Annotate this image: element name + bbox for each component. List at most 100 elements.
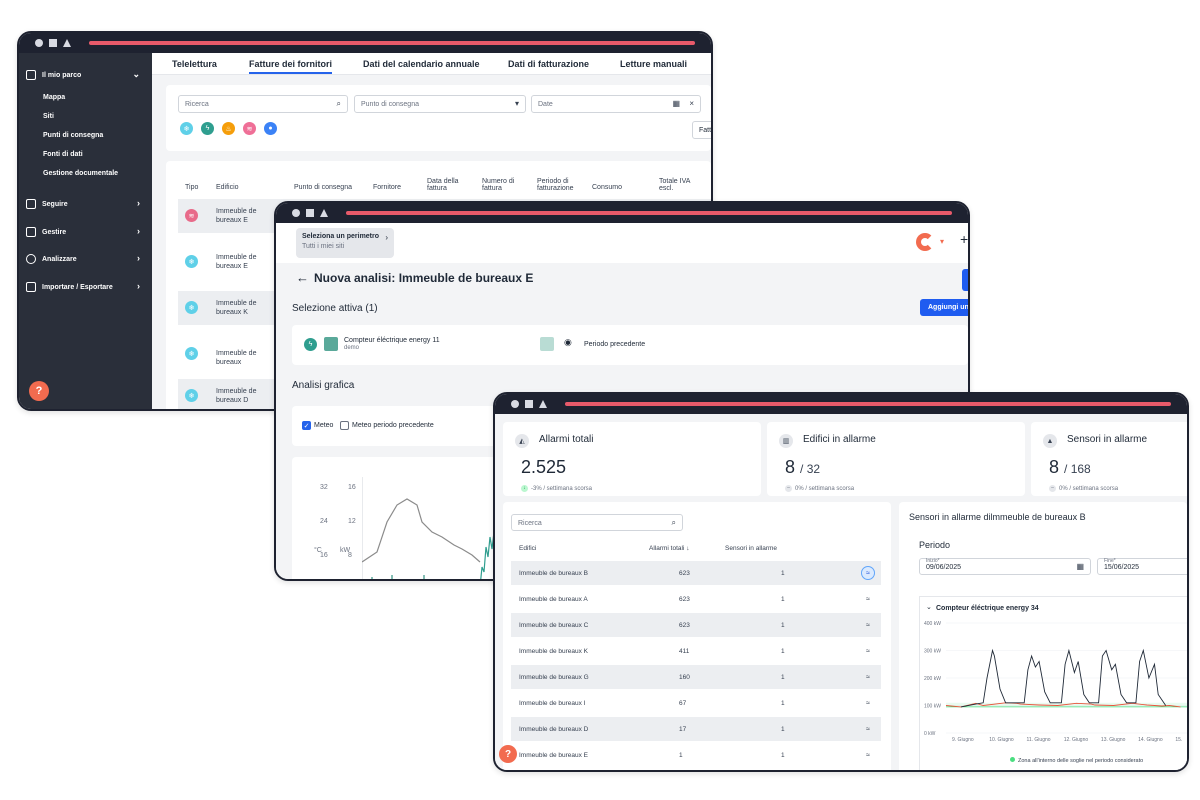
table-row[interactable]: Immeuble de bureaux A 623 1 ≈ [511, 587, 881, 611]
trend-icon[interactable]: ≈ [861, 670, 875, 684]
sensor-detail-panel: Sensori in allarme dilmmeuble de bureaux… [899, 502, 1187, 770]
y-tick-label: 400 kW [924, 621, 941, 627]
color-swatch[interactable] [540, 337, 554, 351]
kpi-trend-text: -3% / settimana scorsa [531, 486, 593, 493]
sidebar-label: Il mio parco [42, 71, 82, 79]
circle-icon [292, 209, 300, 217]
sidebar-subitem-map[interactable]: Mappa [43, 94, 65, 101]
kpi-total-alarms: ◭ Allarmi totali 2.525 ↓ -3% / settimana … [503, 422, 761, 496]
table-row[interactable]: Immeuble de bureaux C 623 1 ≈ [511, 613, 881, 637]
electricity-icon[interactable]: ϟ [201, 122, 214, 135]
kpi-value: 8 / 168 [1049, 457, 1091, 478]
y-tick-label: 100 kW [924, 704, 941, 710]
heat-icon[interactable]: ≋ [243, 122, 256, 135]
chevron-down-icon[interactable]: ⌄ [926, 603, 932, 611]
tab-annual-calendar[interactable]: Dati del calendario annuale [363, 59, 480, 69]
table-row[interactable]: Immeuble de bureaux E 1 1 ≈ [511, 743, 881, 767]
y-tick-label: 200 kW [924, 676, 941, 682]
square-icon [49, 39, 57, 47]
table-row[interactable]: Immeuble de bureaux I 67 1 ≈ [511, 691, 881, 715]
table-row[interactable]: Immeuble de bureaux B 623 1 ≈ [511, 561, 881, 585]
color-swatch[interactable] [324, 337, 338, 351]
table-row[interactable]: Immeuble de bureaux G 160 1 ≈ [511, 665, 881, 689]
table-row[interactable]: Immeuble de bureaux K 411 1 ≈ [511, 639, 881, 663]
sidebar-item-follow[interactable]: Seguire › [26, 196, 144, 212]
weather-checkbox[interactable]: ✓ [302, 421, 311, 430]
trend-icon[interactable]: ≈ [861, 592, 875, 606]
sidebar: Il mio parco ⌄ Mappa Siti Punti di conse… [19, 53, 152, 409]
x-tick-label: 13. Giugno [1101, 737, 1126, 743]
tab-supplier-invoices[interactable]: Fatture dei fornitori [249, 59, 332, 74]
trend-icon[interactable]: ≈ [861, 748, 875, 762]
delivery-point-select[interactable]: Punto di consegna ▾ [354, 95, 526, 113]
chevron-down-icon: ⌄ [132, 69, 140, 79]
kpi-label: Sensori in allarme [1067, 434, 1148, 445]
building-name: Immeuble de bureaux E [519, 752, 589, 759]
sidebar-item-my-park[interactable]: Il mio parco ⌄ [26, 67, 144, 83]
sidebar-subitem-document-management[interactable]: Gestione documentale [43, 170, 118, 177]
building-name: Immeuble de bureaux B [519, 570, 589, 577]
magnifier-icon [26, 254, 36, 264]
meter-chart: 0 kW 100 kW 200 kW 300 kW 400 kW 9. Giugno 10.… [924, 621, 1187, 743]
tab-telereading[interactable]: Telelettura [172, 59, 217, 69]
trend-icon[interactable]: ≈ [861, 722, 875, 736]
sidebar-item-import-export[interactable]: Importare / Esportare › [26, 279, 144, 295]
series-line-in-range [960, 648, 1167, 708]
action-button[interactable] [962, 269, 968, 291]
trend-flat-icon: – [1049, 485, 1056, 492]
calendar-icon: ▦ [672, 99, 680, 108]
trend-icon[interactable]: ≈ [861, 696, 875, 710]
plus-icon[interactable]: + [960, 231, 968, 247]
gas-icon[interactable]: ♨ [222, 122, 235, 135]
back-arrow-icon[interactable]: ← [296, 270, 309, 285]
cold-icon[interactable]: ❄ [180, 122, 193, 135]
building-name: Immeuble de bureaux D [519, 726, 589, 733]
kpi-trend: ↓ -3% / settimana scorsa [521, 485, 592, 492]
kpi-trend-text: 0% / settimana scorsa [795, 486, 855, 493]
kpi-trend: –0% / settimana scorsa [785, 485, 854, 492]
add-button[interactable]: Aggiungi un [920, 299, 968, 316]
x-tick-label: 10. Giugno [989, 737, 1014, 743]
eye-off-icon[interactable]: ◉ [564, 337, 572, 348]
building-name: Immeuble de bureaux I [519, 700, 586, 707]
selection-card: ϟ Compteur éléctrique energy 11 demo ◉ P… [292, 325, 968, 365]
trend-icon[interactable]: ≈ [861, 618, 875, 632]
weather-previous-checkbox[interactable] [340, 421, 349, 430]
alarm-count: 411 [679, 648, 690, 655]
search-input[interactable]: Ricerca ⌕ [511, 514, 683, 531]
column-header-alarms[interactable]: Allarmi totali ↓ [649, 545, 689, 552]
sidebar-subitem-delivery-points[interactable]: Punti di consegna [43, 132, 103, 139]
search-icon: ⌕ [671, 518, 676, 527]
start-date-input[interactable]: Inizio* 09/06/2025 ▦ [919, 558, 1091, 575]
perimeter-selector[interactable]: Seleziona un perimetro Tutti i miei siti… [296, 228, 394, 258]
trend-icon[interactable]: ≈ [861, 566, 875, 580]
column-header-buildings[interactable]: Edifici [519, 545, 536, 552]
water-icon[interactable]: ● [264, 122, 277, 135]
sidebar-label: Analizzare [42, 255, 77, 263]
fat-button[interactable]: Fatt [692, 121, 711, 139]
search-input[interactable]: Ricerca ⌕ [178, 95, 348, 113]
sensor-count: 1 [781, 570, 785, 577]
help-button[interactable]: ? [29, 381, 49, 401]
date-input[interactable]: Date ▦ × [531, 95, 701, 113]
sidebar-item-analyze[interactable]: Analizzare › [26, 251, 144, 267]
tab-billing-data[interactable]: Dati di fatturazione [508, 59, 589, 69]
end-date-input[interactable]: Fine* 15/06/2025 [1097, 558, 1187, 575]
sidebar-subitem-sites[interactable]: Siti [43, 113, 54, 120]
tab-manual-readings[interactable]: Letture manuali [620, 59, 687, 69]
column-header: Edificio [216, 184, 239, 191]
axis-unit: °C [314, 547, 322, 554]
trend-icon[interactable]: ≈ [861, 644, 875, 658]
sidebar-item-manage[interactable]: Gestire › [26, 224, 144, 240]
legend-swatch [1010, 757, 1015, 762]
sidebar-subitem-data-sources[interactable]: Fonti di dati [43, 151, 83, 158]
column-header: Numero di fattura [482, 178, 515, 192]
column-header-sensors[interactable]: Sensori in allarme [725, 545, 777, 552]
table-row[interactable]: Immeuble de bureaux D 17 1 ≈ [511, 717, 881, 741]
end-value: 15/06/2025 [1104, 564, 1140, 571]
weather-line [362, 498, 481, 563]
help-button[interactable]: ? [499, 745, 517, 763]
meter-chart-card: ⌄ Compteur éléctrique energy 34 0 kW 100 … [919, 596, 1187, 770]
caret-down-icon[interactable]: ▾ [940, 237, 944, 246]
building-name: Immeuble de bureaux A [519, 596, 588, 603]
